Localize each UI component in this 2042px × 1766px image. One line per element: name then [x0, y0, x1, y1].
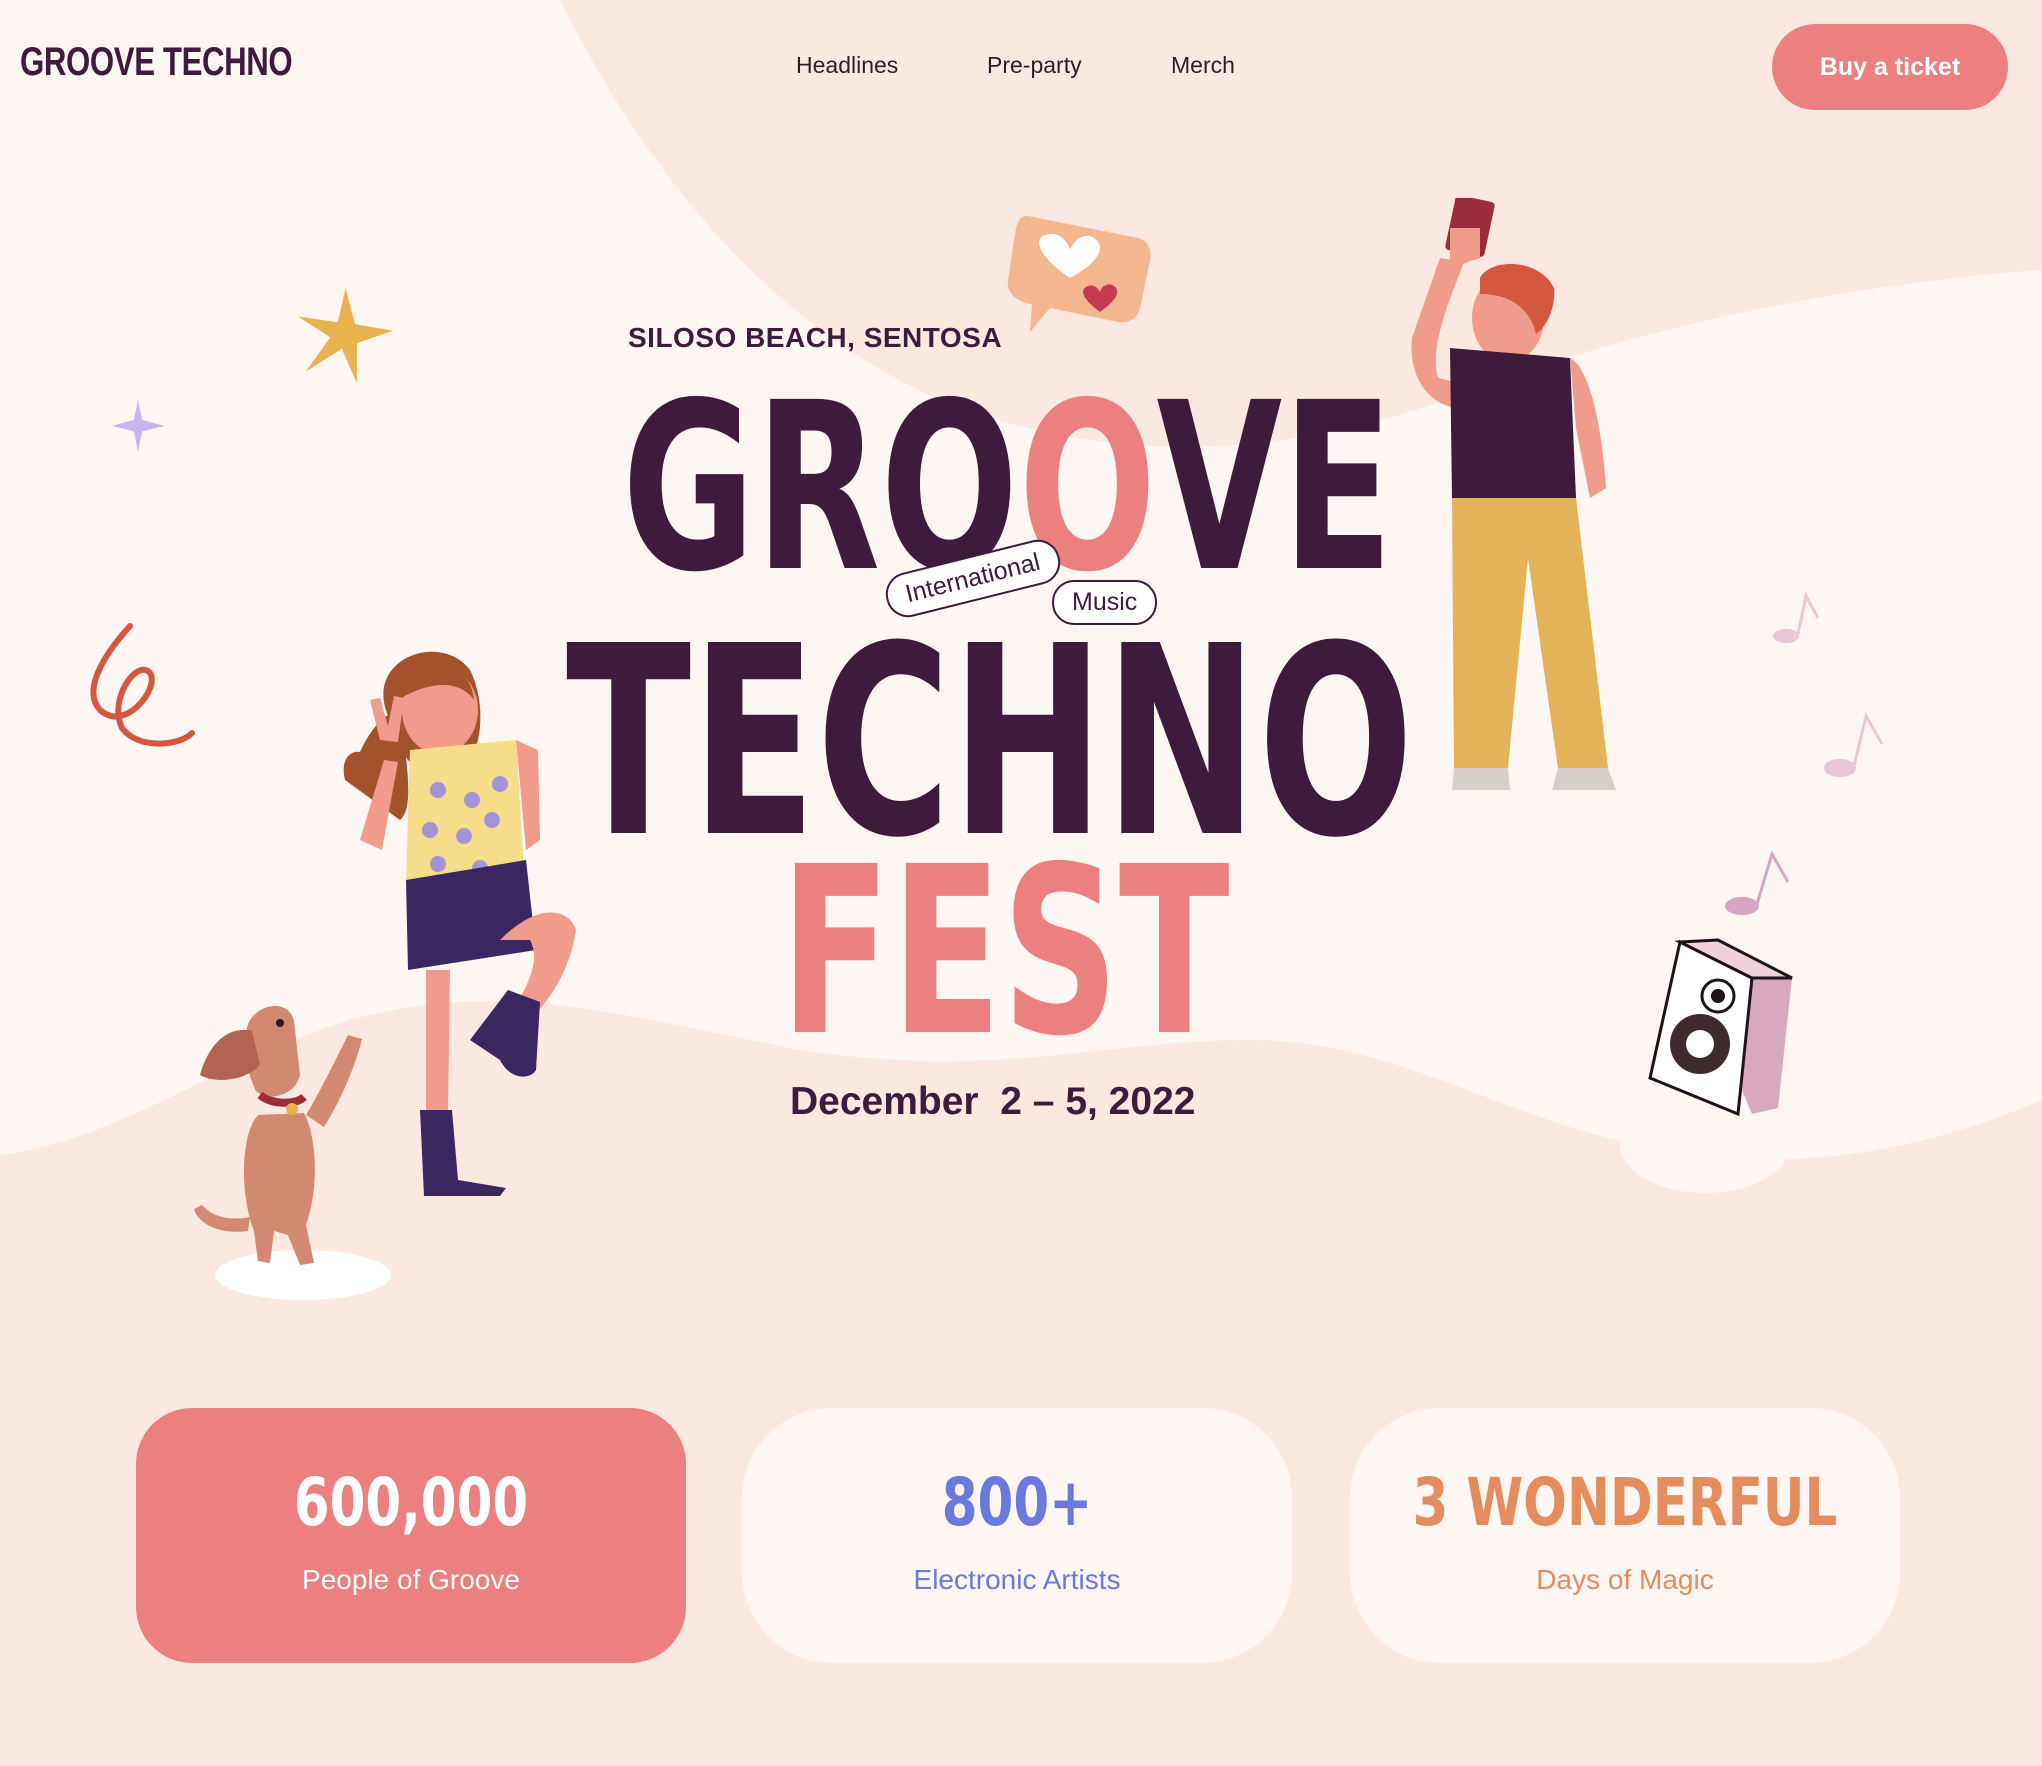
logo[interactable]: GROOVE TECHNO	[20, 40, 293, 85]
nav-headlines[interactable]: Headlines	[796, 52, 898, 79]
heart-chat-icon	[1007, 215, 1151, 332]
music-note-icon	[1773, 591, 1820, 643]
squiggle-icon	[90, 623, 195, 747]
stat-value: 800+	[941, 1464, 1093, 1541]
stat-card-people: 600,000 People of Groove	[136, 1408, 686, 1663]
stat-label: Days of Magic	[1536, 1564, 1714, 1595]
stat-label: Electronic Artists	[913, 1564, 1121, 1595]
guy-illustration	[1411, 198, 1616, 790]
festival-date: December 2 – 5, 2022	[790, 1080, 1196, 1123]
stat-card-artists: 800+ Electronic Artists	[742, 1408, 1292, 1663]
tag-music: Music	[1052, 580, 1158, 625]
nav-pre-party[interactable]: Pre-party	[987, 52, 1082, 79]
speaker-icon	[1648, 938, 1793, 1117]
buy-ticket-button[interactable]: Buy a ticket	[1772, 24, 2008, 110]
stat-value: 3 WONDERFUL	[1412, 1464, 1838, 1541]
stat-card-days: 3 WONDERFUL Days of Magic	[1350, 1408, 1900, 1663]
music-note-icon	[1725, 850, 1790, 915]
nav-merch[interactable]: Merch	[1171, 52, 1235, 79]
girl-illustration	[343, 651, 576, 1196]
stat-label: People of Groove	[302, 1564, 520, 1595]
stat-value: 600,000	[293, 1464, 529, 1541]
star-icon	[298, 288, 393, 383]
music-note-icon	[1824, 711, 1884, 777]
venue-label: SILOSO BEACH, SENTOSA	[628, 322, 1003, 353]
sparkle-icon	[112, 400, 164, 452]
title-fest: FEST	[780, 817, 1230, 1087]
